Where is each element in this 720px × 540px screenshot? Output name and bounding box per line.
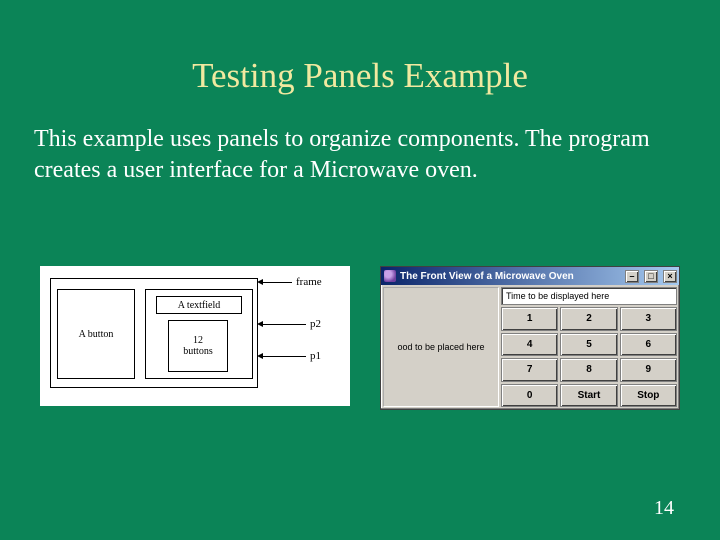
time-display-field[interactable]: Time to be displayed here <box>501 287 677 305</box>
arrow-to-frame <box>262 282 292 283</box>
window-title: The Front View of a Microwave Oven <box>400 271 620 282</box>
arrow-to-p2 <box>262 324 306 325</box>
label-frame: frame <box>296 276 322 288</box>
diagram-button-box: A button <box>57 289 135 379</box>
key-start[interactable]: Start <box>560 384 617 408</box>
app-icon <box>384 270 396 282</box>
diagram-frame: A button A textfield 12 buttons <box>50 278 258 388</box>
food-panel: ood to be placed here <box>383 287 499 407</box>
diagram-buttons-box: 12 buttons <box>168 320 228 372</box>
close-button[interactable]: × <box>663 270 677 283</box>
slide-body-text: This example uses panels to organize com… <box>0 96 720 185</box>
minimize-button[interactable]: – <box>625 270 639 283</box>
maximize-button[interactable]: □ <box>644 270 658 283</box>
key-5[interactable]: 5 <box>560 333 617 357</box>
key-2[interactable]: 2 <box>560 307 617 331</box>
key-4[interactable]: 4 <box>501 333 558 357</box>
key-7[interactable]: 7 <box>501 358 558 382</box>
page-number: 14 <box>654 497 674 520</box>
window-titlebar[interactable]: The Front View of a Microwave Oven – □ × <box>381 267 679 285</box>
control-panel: Time to be displayed here 1 2 3 4 5 6 7 … <box>501 287 677 407</box>
label-p2: p2 <box>310 318 321 330</box>
window-body: ood to be placed here Time to be display… <box>381 285 679 409</box>
label-p1: p1 <box>310 350 321 362</box>
key-9[interactable]: 9 <box>620 358 677 382</box>
key-1[interactable]: 1 <box>501 307 558 331</box>
figures-row: A button A textfield 12 buttons frame p2… <box>40 266 680 410</box>
key-3[interactable]: 3 <box>620 307 677 331</box>
microwave-window: The Front View of a Microwave Oven – □ ×… <box>380 266 680 410</box>
key-0[interactable]: 0 <box>501 384 558 408</box>
arrow-to-p1 <box>262 356 306 357</box>
diagram-textfield-box: A textfield <box>156 296 242 314</box>
keypad: 1 2 3 4 5 6 7 8 9 0 Start Stop <box>501 307 677 407</box>
diagram-buttons-label: buttons <box>183 346 212 357</box>
panel-diagram: A button A textfield 12 buttons frame p2… <box>40 266 350 406</box>
diagram-buttons-count: 12 <box>193 335 203 346</box>
key-stop[interactable]: Stop <box>620 384 677 408</box>
slide-title: Testing Panels Example <box>0 0 720 96</box>
diagram-right-box: A textfield 12 buttons <box>145 289 253 379</box>
key-6[interactable]: 6 <box>620 333 677 357</box>
key-8[interactable]: 8 <box>560 358 617 382</box>
